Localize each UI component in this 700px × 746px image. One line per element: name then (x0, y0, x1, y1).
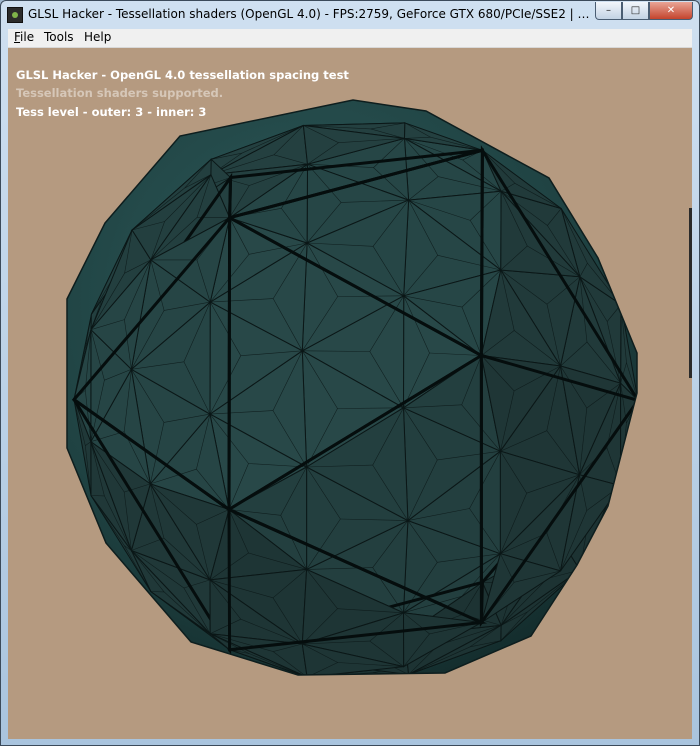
hud-support-status: Tessellation shaders supported. (16, 86, 224, 100)
minimize-icon: – (606, 5, 611, 16)
menu-file[interactable]: File (14, 30, 34, 44)
title-bar[interactable]: GLSL Hacker - Tessellation shaders (Open… (1, 1, 699, 29)
close-icon: ✕ (666, 5, 676, 16)
sphere-wireframe (71, 122, 637, 675)
minimize-button[interactable]: – (595, 2, 622, 20)
hud-title: GLSL Hacker - OpenGL 4.0 tessellation sp… (16, 68, 349, 82)
menu-tools[interactable]: Tools (44, 30, 74, 44)
maximize-icon: □ (630, 5, 641, 16)
maximize-button[interactable]: □ (622, 2, 649, 20)
hud-tess-level: Tess level - outer: 3 - inner: 3 (16, 105, 207, 119)
window-controls: – □ ✕ (595, 2, 693, 20)
menu-bar: File Tools Help (8, 29, 692, 48)
window-title: GLSL Hacker - Tessellation shaders (Open… (28, 7, 593, 21)
viewport-edge (689, 208, 692, 378)
render-viewport[interactable]: GLSL Hacker - OpenGL 4.0 tessellation sp… (8, 48, 692, 739)
tessellated-sphere (66, 99, 638, 676)
app-window: GLSL Hacker - Tessellation shaders (Open… (0, 0, 700, 746)
close-button[interactable]: ✕ (649, 2, 693, 20)
menu-help[interactable]: Help (84, 30, 111, 44)
mesh-edge (620, 452, 627, 486)
app-icon[interactable] (7, 7, 23, 23)
